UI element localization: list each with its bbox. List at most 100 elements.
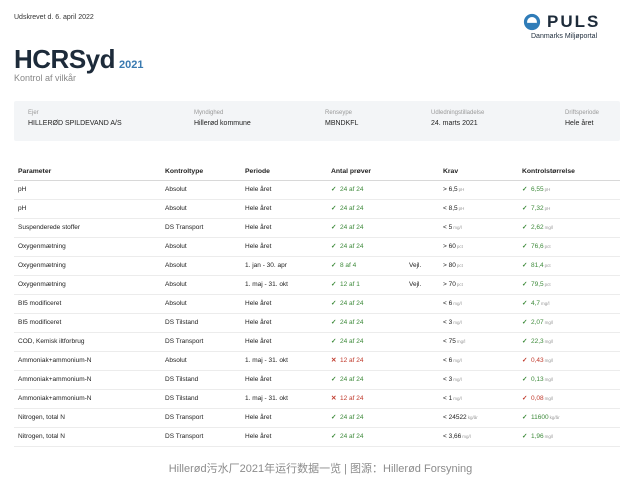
requirement-text: < 3 [443, 319, 453, 326]
cell-period: Hele året [245, 219, 271, 237]
cell-sample-count: ✓ 24 af 24 [331, 314, 364, 332]
table-row: pH Absolut Hele året ✓ 24 af 24 > 6,5pH ✓ 6,55p… [14, 181, 620, 200]
column-header: Antal prøver [331, 168, 372, 175]
cell-sample-count: ✕ 12 af 24 [331, 390, 364, 408]
cell-parameter: pH [18, 181, 26, 199]
control-value-text: 2,07 [531, 319, 544, 326]
period-text: Hele året [245, 186, 272, 193]
cell-control-type: DS Transport [165, 428, 203, 446]
info-label: Ejer [28, 110, 39, 116]
cell-requirement: < 8,5pH [443, 200, 464, 218]
info-authority: Myndighed Hillerød kommune [194, 110, 251, 127]
cell-requirement: < 6mg/l [443, 295, 462, 313]
table-row: pH Absolut Hele året ✓ 24 af 24 < 8,5pH ✓ 7,32p… [14, 200, 620, 219]
plant-info-bar: Ejer HILLERØD SPILDEVAND A/S Myndighed H… [14, 101, 620, 141]
sample-count-text: 24 af 24 [340, 319, 364, 326]
parameter-text: Ammoniak+ammonium-N [18, 357, 92, 364]
period-text: Hele året [245, 414, 272, 421]
cell-control-type: DS Tilstand [165, 390, 198, 408]
control-type-text: DS Tilstand [165, 319, 199, 326]
check-icon: ✓ [522, 300, 528, 307]
cell-parameter: Suspenderede stoffer [18, 219, 80, 237]
cell-control-type: DS Transport [165, 409, 203, 427]
sample-count-text: 24 af 24 [340, 414, 364, 421]
check-icon: ✓ [331, 281, 337, 288]
cross-icon: ✕ [331, 395, 337, 402]
control-value-text: 11600 [531, 414, 549, 421]
parameter-text: Suspenderede stoffer [18, 224, 81, 231]
requirement-text: < 75 [443, 338, 456, 345]
cell-sample-count: ✓ 24 af 24 [331, 295, 364, 313]
cell-parameter: Ammoniak+ammonium-N [18, 371, 92, 389]
check-icon: ✓ [522, 281, 528, 288]
sample-count-text: 24 af 24 [340, 186, 364, 193]
cell-control-value: ✓ 4,7mg/l [522, 295, 550, 313]
parameter-text: Ammoniak+ammonium-N [18, 395, 92, 402]
table-row: Ammoniak+ammonium-N DS Tilstand Hele året ✓… [14, 371, 620, 390]
check-icon: ✓ [331, 262, 337, 269]
cell-control-type: Absolut [165, 181, 187, 199]
info-label: Driftsperiode [565, 110, 600, 116]
control-type-text: Absolut [165, 243, 187, 250]
info-owner: Ejer HILLERØD SPILDEVAND A/S [28, 110, 122, 127]
cell-control-type: Absolut [165, 257, 187, 275]
cell-control-type: Absolut [165, 238, 187, 256]
cell-parameter: Oxygenmætning [18, 238, 66, 256]
cell-requirement: < 24522kg/år [443, 409, 478, 427]
requirement-unit: mg/l [453, 358, 462, 363]
cell-requirement: < 1mg/l [443, 390, 462, 408]
control-value-text: 0,13 [531, 376, 544, 383]
control-value-text: 7,32 [531, 205, 544, 212]
table-row: Oxygenmætning Absolut 1. maj - 31. okt ✓ 12 … [14, 276, 620, 295]
sample-count-text: 24 af 24 [340, 338, 364, 345]
requirement-text: < 6 [443, 300, 453, 307]
info-label: Udledningstilladelse [431, 110, 485, 116]
requirement-unit: mg/l [453, 377, 462, 382]
sample-count-text: 24 af 24 [340, 300, 364, 307]
cell-sample-count: ✓ 24 af 24 [331, 238, 364, 256]
control-value-text: 79,5 [531, 281, 544, 288]
brand-name: PULS [547, 12, 601, 31]
requirement-unit: pct [456, 282, 463, 287]
puls-logo-icon [523, 13, 541, 31]
note-text: Vejl. [409, 281, 422, 288]
control-value-unit: kg/år [549, 415, 560, 420]
period-text: Hele året [245, 205, 272, 212]
requirement-unit: pH [458, 187, 465, 192]
cell-control-value: ✓ 1,96mg/l [522, 428, 553, 446]
sample-count-text: 24 af 24 [340, 433, 364, 440]
puls-logo: PULS Danmarks Miljøportal [513, 12, 623, 46]
report-title-block: HCRSyd 2021 [14, 44, 144, 75]
cell-control-type: DS Transport [165, 219, 203, 237]
control-value-unit: pct [544, 263, 551, 268]
cell-control-value: ✓ 7,32pH [522, 200, 550, 218]
control-value-unit: pH [544, 187, 551, 192]
requirement-unit: pH [458, 206, 465, 211]
period-text: 1. maj - 31. okt [245, 395, 288, 402]
info-operating-period: Driftsperiode Hele året [565, 110, 599, 127]
control-value-unit: pH [544, 206, 551, 211]
page-title: HCRSyd [14, 44, 116, 74]
info-value: 24. marts 2021 [431, 120, 478, 127]
check-icon: ✓ [331, 338, 337, 345]
cell-control-value: ✓ 0,43mg/l [522, 352, 553, 370]
table-row: COD, Kemisk iltforbrug DS Transport Hele å… [14, 333, 620, 352]
column-header: Periode [245, 168, 270, 175]
info-label: Renseype [325, 110, 353, 116]
period-text: Hele året [245, 319, 272, 326]
control-type-text: DS Transport [165, 433, 204, 440]
check-icon: ✓ [522, 319, 528, 326]
cell-parameter: Nitrogen, total N [18, 428, 65, 446]
parameter-text: Oxygenmætning [18, 281, 66, 288]
cell-sample-count: ✓ 24 af 24 [331, 371, 364, 389]
cell-sample-count: ✓ 8 af 4 [331, 257, 356, 275]
control-value-unit: mg/l [544, 377, 554, 382]
sample-count-text: 24 af 24 [340, 224, 364, 231]
table-row: Ammoniak+ammonium-N Absolut 1. maj - 31. o… [14, 352, 620, 371]
requirement-unit: mg/l [456, 339, 466, 344]
control-type-text: DS Transport [165, 414, 204, 421]
info-treatment-type: Renseype MBNDKFL [325, 110, 358, 127]
cell-control-value: ✓ 2,07mg/l [522, 314, 553, 332]
table-row: Nitrogen, total N DS Transport Hele året ✓ 2… [14, 428, 620, 447]
control-value-unit: pct [544, 244, 551, 249]
